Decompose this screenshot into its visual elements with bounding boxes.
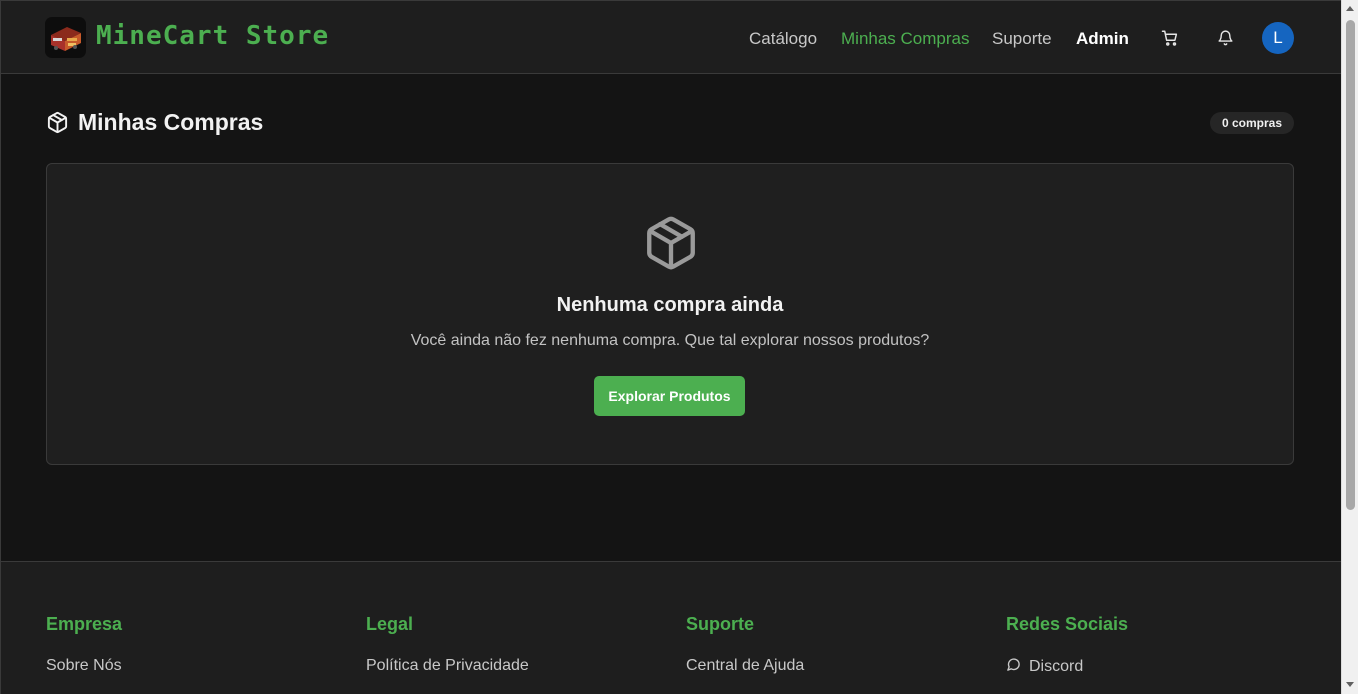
minecart-chest-icon[interactable] [45, 17, 86, 58]
package-icon [46, 111, 69, 139]
chat-bubble-icon [1006, 657, 1021, 677]
bell-icon[interactable] [1217, 29, 1234, 51]
brand-title[interactable]: MineCart Store [96, 21, 329, 51]
scroll-thumb[interactable] [1346, 20, 1355, 510]
empty-state-title: Nenhuma compra ainda [556, 294, 784, 316]
nav-catalogo[interactable]: Catálogo [749, 29, 817, 49]
footer-link-label: Política de Privacidade [366, 657, 529, 674]
footer-column-suporte: Suporte Central de Ajuda [686, 614, 804, 675]
page-title: Minhas Compras [78, 109, 264, 135]
nav-admin[interactable]: Admin [1076, 29, 1129, 49]
nav-suporte[interactable]: Suporte [992, 29, 1052, 49]
empty-state-card: Nenhuma compra ainda Você ainda não fez … [46, 163, 1294, 465]
footer-link-discord[interactable]: Discord [1006, 657, 1128, 677]
footer-link-privacidade[interactable]: Política de Privacidade [366, 657, 529, 675]
explore-products-button[interactable]: Explorar Produtos [594, 376, 745, 416]
cart-icon[interactable] [1161, 29, 1179, 52]
package-icon [642, 212, 700, 279]
purchase-count-badge: 0 compras [1210, 112, 1294, 134]
footer-heading: Legal [366, 614, 414, 634]
nav-minhas-compras[interactable]: Minhas Compras [841, 29, 970, 49]
footer-heading: Empresa [46, 614, 123, 634]
footer: Empresa Sobre Nós Legal Política de Priv… [1, 561, 1341, 694]
footer-link-label: Sobre Nós [46, 657, 122, 674]
scroll-up-arrow-icon[interactable] [1346, 6, 1354, 11]
page-scrollbar[interactable] [1341, 0, 1358, 694]
empty-state-description: Você ainda não fez nenhuma compra. Que t… [410, 332, 930, 349]
app-frame: MineCart Store Catálogo Minhas Compras S… [0, 0, 1341, 694]
footer-link-label: Discord [1029, 658, 1084, 675]
user-avatar[interactable]: L [1262, 22, 1294, 54]
footer-column-legal: Legal Política de Privacidade [366, 614, 529, 675]
footer-heading: Redes Sociais [1006, 614, 1129, 634]
scroll-down-arrow-icon[interactable] [1346, 682, 1354, 687]
top-navbar: MineCart Store Catálogo Minhas Compras S… [1, 1, 1341, 74]
footer-link-sobre-nos[interactable]: Sobre Nós [46, 657, 122, 675]
footer-link-label: Central de Ajuda [686, 657, 805, 674]
footer-column-redes-sociais: Redes Sociais Discord [1006, 614, 1128, 677]
footer-link-central-ajuda[interactable]: Central de Ajuda [686, 657, 804, 675]
footer-column-empresa: Empresa Sobre Nós [46, 614, 122, 675]
footer-heading: Suporte [686, 614, 755, 634]
